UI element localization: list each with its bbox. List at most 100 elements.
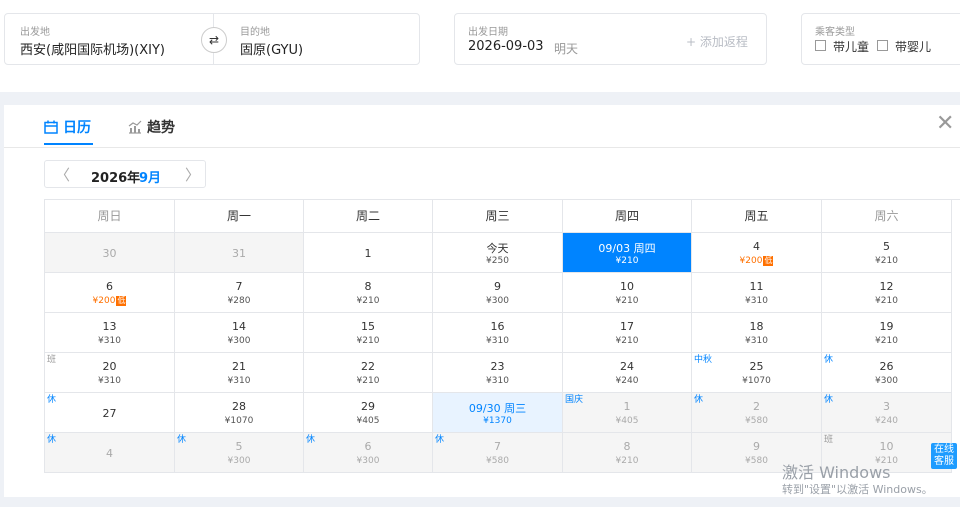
calendar-day-cell[interactable]: 17 ¥210 — [563, 313, 692, 353]
day-price-value: ¥300 — [486, 296, 509, 306]
day-price-value: ¥200 — [92, 296, 116, 306]
calendar-day-cell[interactable]: 11 ¥310 — [692, 273, 822, 313]
weekday-label: 周四 — [563, 200, 692, 233]
day-number: 25 — [749, 360, 764, 373]
calendar-day-cell[interactable]: 12 ¥210 — [822, 273, 952, 313]
close-icon[interactable]: ✕ — [936, 113, 954, 135]
day-number: 20 — [102, 360, 117, 373]
calendar-day-cell[interactable]: 14 ¥300 — [175, 313, 304, 353]
calendar-day-cell[interactable]: 休 7 ¥580 — [433, 433, 563, 473]
day-price: ¥200 低 — [45, 296, 174, 306]
calendar-day-cell[interactable]: 休 6 ¥300 — [304, 433, 433, 473]
calendar-day-cell[interactable]: 休 3 ¥240 — [822, 393, 952, 433]
day-price-value: ¥210 — [356, 336, 380, 346]
calendar-day-cell[interactable]: 4 ¥200 低 — [692, 233, 822, 273]
from-field[interactable]: 西安(咸阳国际机场)(XIY) — [20, 39, 165, 58]
day-number: 9 — [753, 440, 760, 453]
day-number: 5 — [235, 440, 243, 453]
day-price-value: ¥310 — [486, 376, 509, 386]
day-number: 8 — [364, 280, 372, 293]
holiday-tag: 休 — [47, 395, 57, 405]
infant-label[interactable]: 带婴儿 — [895, 38, 931, 55]
day-price: ¥1370 — [433, 416, 562, 426]
swap-icon[interactable]: ⇄ — [201, 27, 227, 53]
calendar-day-cell[interactable]: 休 2 ¥580 — [692, 393, 822, 433]
calendar-day-cell[interactable]: 今天 ¥250 — [433, 233, 563, 273]
day-price: ¥200 低 — [692, 256, 821, 266]
day-price: ¥310 — [433, 376, 562, 386]
calendar-day-cell[interactable]: 6 ¥200 低 — [45, 273, 175, 313]
child-checkbox[interactable] — [815, 40, 826, 51]
day-number: 23 — [490, 360, 505, 373]
calendar-day-cell[interactable]: 休 5 ¥300 — [175, 433, 304, 473]
day-price-value: ¥210 — [615, 336, 639, 346]
calendar-day-cell[interactable]: 中秋 25 ¥1070 — [692, 353, 822, 393]
to-field[interactable]: 固原(GYU) — [240, 39, 303, 58]
calendar-grid: 周日 周一 周二 周三 周四 周五 周六 30 31 1 今天 ¥250 09/03 周四 ¥210 4 ¥2… — [44, 199, 960, 473]
calendar-day-cell[interactable]: 10 ¥210 — [563, 273, 692, 313]
day-number: 10 — [620, 280, 634, 293]
calendar-day-cell[interactable]: 8 ¥210 — [563, 433, 692, 473]
calendar-day-cell[interactable]: 休 26 ¥300 — [822, 353, 952, 393]
calendar-day-cell[interactable]: 16 ¥310 — [433, 313, 563, 353]
day-price: ¥210 — [822, 336, 951, 346]
day-price: ¥310 — [692, 296, 821, 306]
tab-trend[interactable]: 趋势 — [128, 117, 175, 137]
day-price-value: ¥300 — [227, 336, 251, 346]
calendar-day-cell[interactable]: 23 ¥310 — [433, 353, 563, 393]
calendar-day-cell[interactable]: 13 ¥310 — [45, 313, 175, 353]
child-label[interactable]: 带儿童 — [833, 38, 869, 55]
calendar-day-cell[interactable]: 18 ¥310 — [692, 313, 822, 353]
day-number: 3 — [883, 400, 890, 413]
calendar-day-cell[interactable]: 22 ¥210 — [304, 353, 433, 393]
calendar-day-cell[interactable]: 7 ¥280 — [175, 273, 304, 313]
day-price-value: ¥580 — [486, 456, 509, 466]
date-field[interactable]: 2026-09-03 — [468, 39, 544, 54]
calendar-day-cell[interactable]: 8 ¥210 — [304, 273, 433, 313]
online-service-button[interactable]: 在线 客服 — [931, 443, 957, 469]
day-price: ¥300 — [175, 456, 303, 466]
add-return-link[interactable]: + 添加返程 — [686, 33, 748, 50]
calendar-day-cell[interactable]: 休4 — [45, 433, 175, 473]
calendar-day-cell[interactable]: 9 ¥300 — [433, 273, 563, 313]
calendar-day-cell[interactable]: 24 ¥240 — [563, 353, 692, 393]
calendar-day-cell[interactable]: 31 — [175, 233, 304, 273]
calendar-day-cell[interactable]: 09/30 周三 ¥1370 — [433, 393, 563, 433]
tab-calendar[interactable]: 日历 — [44, 117, 91, 137]
day-price-value: ¥300 — [875, 376, 898, 386]
day-price: ¥300 — [304, 456, 432, 466]
day-number: 21 — [232, 360, 246, 373]
prev-month-button[interactable]: 〈 — [55, 164, 70, 185]
calendar-day-cell[interactable]: 09/03 周四 ¥210 — [563, 233, 692, 273]
calendar-day-cell[interactable]: 国庆 1 ¥405 — [563, 393, 692, 433]
calendar-day-cell[interactable]: 班 20 ¥310 — [45, 353, 175, 393]
day-price: ¥210 — [563, 456, 691, 466]
to-label: 目的地 — [240, 27, 270, 38]
calendar-day-cell[interactable]: 30 — [45, 233, 175, 273]
calendar-day-cell[interactable]: 5 ¥210 — [822, 233, 952, 273]
weekday-label: 周六 — [822, 200, 952, 233]
day-price-value: ¥210 — [875, 296, 898, 306]
day-number: 15 — [361, 320, 375, 333]
calendar-day-cell[interactable]: 19 ¥210 — [822, 313, 952, 353]
day-price-value: ¥200 — [739, 256, 763, 266]
calendar-day-cell[interactable]: 29 ¥405 — [304, 393, 433, 433]
day-number: 17 — [620, 320, 634, 333]
day-price-value: ¥1070 — [224, 416, 254, 426]
day-price-value: ¥310 — [227, 376, 251, 386]
day-price-value: ¥210 — [615, 456, 639, 466]
calendar-day-cell[interactable]: 休 27 — [45, 393, 175, 433]
next-month-button[interactable]: 〉 — [185, 164, 200, 185]
holiday-tag: 休 — [47, 435, 57, 445]
calendar-day-cell[interactable]: 15 ¥210 — [304, 313, 433, 353]
calendar-day-cell[interactable]: 1 — [304, 233, 433, 273]
day-number: 26 — [879, 360, 894, 373]
day-number: 24 — [620, 360, 634, 373]
day-price: ¥210 — [304, 376, 432, 386]
calendar-day-cell[interactable]: 21 ¥310 — [175, 353, 304, 393]
calendar-day-cell[interactable]: 28 ¥1070 — [175, 393, 304, 433]
day-price-value: ¥310 — [98, 376, 121, 386]
infant-checkbox[interactable] — [877, 40, 888, 51]
day-price: ¥580 — [433, 456, 562, 466]
nav-month: 9月 — [139, 171, 162, 186]
